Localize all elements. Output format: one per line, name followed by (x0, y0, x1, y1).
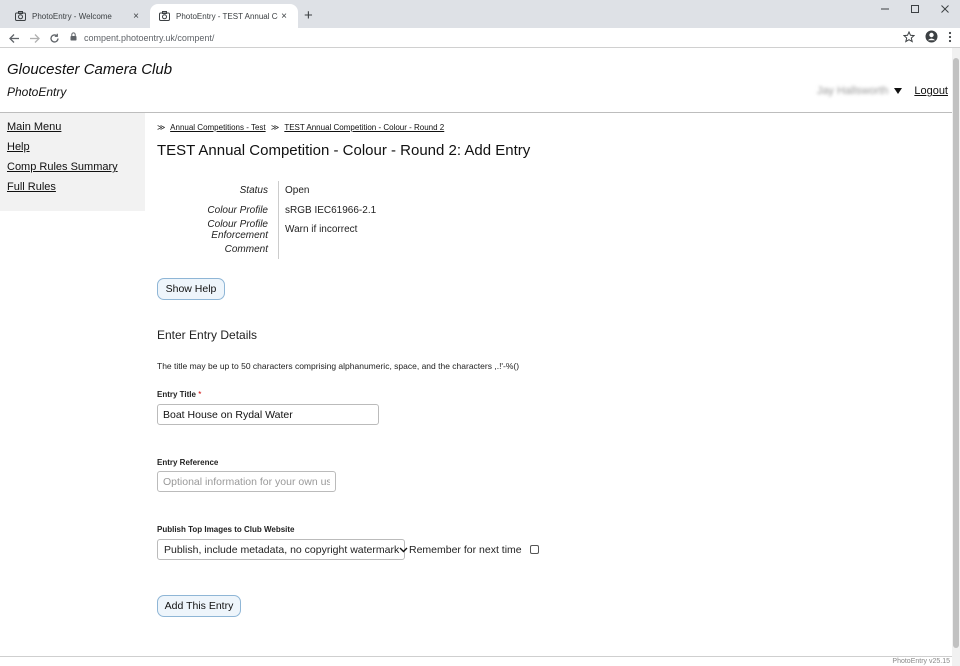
reload-icon[interactable] (46, 30, 62, 46)
caret-down-icon[interactable] (894, 86, 903, 96)
site-subtitle: PhotoEntry (7, 85, 67, 99)
tab-title: PhotoEntry - TEST Annual Comp (176, 11, 278, 21)
url-text: compent.photoentry.uk/compent/ (84, 32, 215, 43)
footer-version: PhotoEntry v25.15 (892, 658, 950, 665)
info-row-profile-enforcement: Colour Profile Enforcement Warn if incor… (157, 218, 376, 241)
breadcrumb-competition-round[interactable]: TEST Annual Competition - Colour - Round… (284, 123, 444, 132)
info-value: Open (278, 181, 309, 201)
camera-icon (14, 10, 26, 22)
window-close-icon[interactable] (930, 0, 960, 18)
info-value: Warn if incorrect (278, 220, 357, 240)
window-controls (870, 0, 960, 18)
sidebar-item-main-menu[interactable]: Main Menu (7, 121, 138, 133)
user-name[interactable]: Jay Hallsworth (817, 85, 889, 97)
publish-label: Publish Top Images to Club Website (157, 525, 295, 534)
info-row-status: Status Open (157, 181, 376, 201)
address-bar: compent.photoentry.uk/compent/ (0, 28, 960, 48)
profile-avatar-icon[interactable] (925, 30, 938, 46)
remember-label: Remember for next time (409, 543, 522, 556)
browser-tab-strip: PhotoEntry - Welcome × PhotoEntry - TEST… (0, 0, 960, 28)
maximize-icon[interactable] (900, 0, 930, 18)
entry-title-input[interactable] (157, 404, 379, 425)
sidebar: Main Menu Help Comp Rules Summary Full R… (0, 113, 145, 211)
sidebar-item-help[interactable]: Help (7, 141, 138, 153)
required-marker: * (198, 390, 202, 399)
title-hint-text: The title may be up to 50 characters com… (157, 361, 520, 371)
publish-selected-value: Publish, include metadata, no copyright … (164, 543, 400, 556)
forward-arrow-icon[interactable] (26, 30, 42, 46)
section-heading: Enter Entry Details (157, 328, 258, 342)
logout-link[interactable]: Logout (914, 85, 948, 97)
page-content: Gloucester Camera Club PhotoEntry Jay Ha… (0, 48, 960, 666)
toolbar-actions (902, 30, 952, 46)
site-title: Gloucester Camera Club (7, 61, 173, 78)
info-label: Colour Profile Enforcement (207, 218, 268, 241)
page-title: TEST Annual Competition - Colour - Round… (157, 142, 531, 159)
info-label: Colour Profile (207, 204, 268, 216)
remember-checkbox[interactable] (529, 545, 539, 554)
scrollbar-thumb[interactable] (953, 58, 959, 648)
more-options-icon[interactable] (948, 31, 952, 46)
entry-reference-label: Entry Reference (157, 458, 219, 467)
competition-info-table: Status Open Colour Profile sRGB IEC61966… (157, 181, 376, 259)
sidebar-item-full-rules[interactable]: Full Rules (7, 181, 138, 193)
breadcrumb: ≫ Annual Competitions - Test ≫ TEST Annu… (157, 123, 444, 132)
info-row-colour-profile: Colour Profile sRGB IEC61966-2.1 (157, 200, 376, 220)
sidebar-item-comp-rules-summary[interactable]: Comp Rules Summary (7, 161, 138, 173)
lock-icon (70, 32, 77, 43)
back-arrow-icon[interactable] (6, 30, 22, 46)
new-tab-icon[interactable]: + (304, 7, 313, 24)
breadcrumb-separator: ≫ (157, 123, 166, 132)
camera-icon (158, 10, 170, 22)
show-help-button[interactable]: Show Help (157, 278, 225, 300)
browser-tab-welcome[interactable]: PhotoEntry - Welcome × (6, 4, 150, 28)
info-value: sRGB IEC61966-2.1 (278, 200, 376, 220)
close-icon[interactable]: × (130, 11, 142, 22)
close-icon[interactable]: × (278, 11, 290, 22)
entry-title-label-text: Entry Title (157, 390, 196, 399)
info-value (278, 239, 285, 259)
info-label: Status (239, 185, 268, 197)
footer-divider (0, 656, 960, 657)
publish-select[interactable]: Publish, include metadata, no copyright … (157, 539, 408, 560)
browser-tab-add-entry[interactable]: PhotoEntry - TEST Annual Comp × (150, 4, 298, 28)
page-scrollbar[interactable] (952, 48, 960, 666)
url-field[interactable]: compent.photoentry.uk/compent/ (70, 29, 920, 46)
tab-title: PhotoEntry - Welcome (32, 11, 112, 21)
info-label: Comment (224, 243, 268, 255)
minimize-icon[interactable] (870, 0, 900, 18)
breadcrumb-separator: ≫ (270, 123, 280, 132)
entry-title-label: Entry Title * (157, 390, 201, 399)
publish-row: Publish, include metadata, no copyright … (157, 539, 539, 560)
user-area: Jay Hallsworth Logout (817, 85, 948, 97)
bookmark-star-icon[interactable] (902, 30, 916, 46)
add-entry-button[interactable]: Add This Entry (157, 595, 241, 617)
info-row-comment: Comment (157, 239, 376, 259)
breadcrumb-annual-competitions[interactable]: Annual Competitions - Test (170, 123, 265, 132)
entry-reference-input[interactable] (157, 471, 336, 492)
chevron-down-icon (399, 545, 408, 555)
